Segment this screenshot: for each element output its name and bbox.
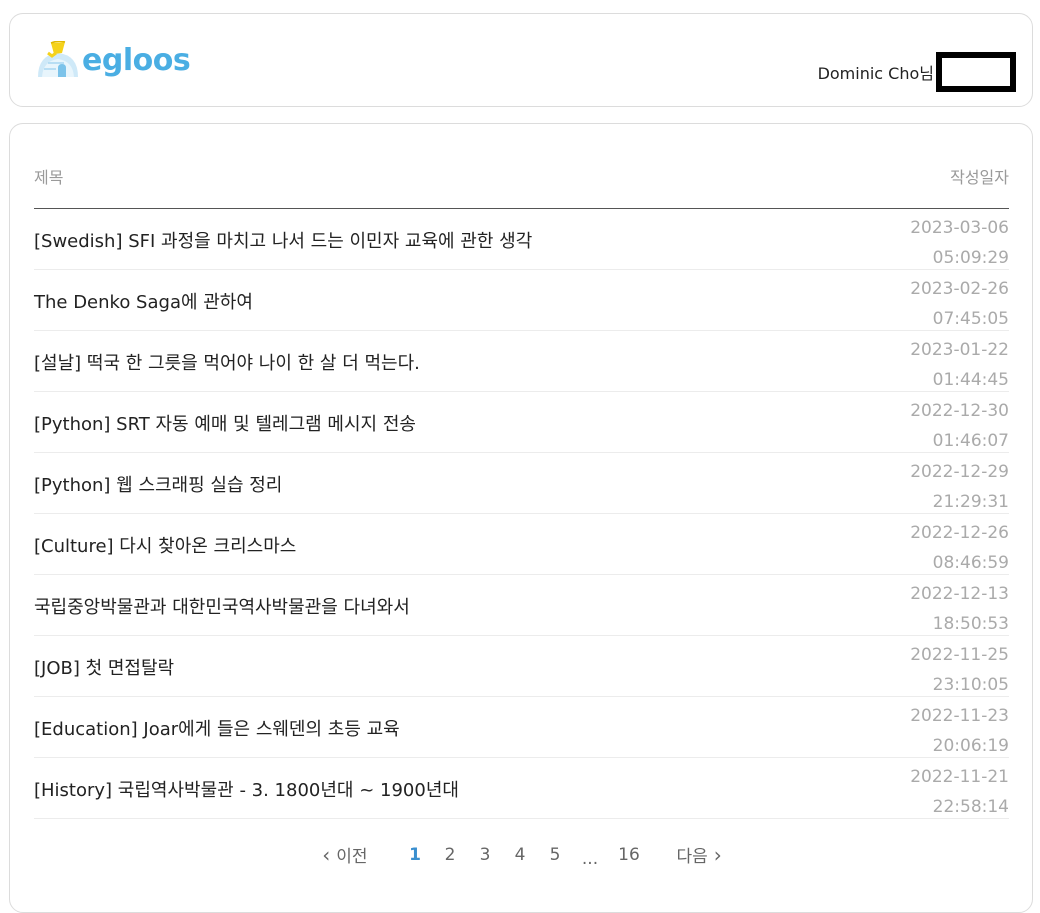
post-datetime: 2022-11-25 23:10:05 xyxy=(910,640,1009,700)
post-date: 2022-11-23 xyxy=(910,706,1009,726)
egloos-logo[interactable]: egloos xyxy=(34,38,191,84)
post-time: 20:06:19 xyxy=(932,736,1009,756)
table-header: 제목 작성일자 xyxy=(34,164,1009,188)
post-time: 22:58:14 xyxy=(932,797,1009,817)
chevron-left-icon: ‹ xyxy=(322,842,331,867)
post-time: 08:46:59 xyxy=(932,553,1009,573)
post-datetime: 2022-11-21 22:58:14 xyxy=(910,762,1009,822)
post-date: 2023-01-22 xyxy=(910,340,1009,360)
post-date: 2022-11-21 xyxy=(910,767,1009,787)
page-link-1[interactable]: 1 xyxy=(398,845,433,865)
post-datetime: 2023-02-26 07:45:05 xyxy=(910,274,1009,334)
list-item: [Education] Joar에게 들은 스웨덴의 초등 교육 2022-11… xyxy=(34,697,1009,758)
page-link-last[interactable]: 16 xyxy=(612,845,647,865)
post-time: 18:50:53 xyxy=(932,614,1009,634)
post-date: 2022-11-25 xyxy=(910,645,1009,665)
post-title-link[interactable]: [Python] 웹 스크래핑 실습 정리 xyxy=(34,471,282,497)
post-title-link[interactable]: [Python] SRT 자동 예매 및 텔레그램 메시지 전송 xyxy=(34,410,416,436)
pagination: ‹ 이전 1 2 3 4 5 ... 16 다음 › xyxy=(10,842,1034,869)
post-date: 2022-12-29 xyxy=(910,462,1009,482)
list-item: [Swedish] SFI 과정을 마치고 나서 드는 이민자 교육에 관한 생… xyxy=(34,209,1009,270)
logo-text: egloos xyxy=(82,42,191,78)
list-item: [Culture] 다시 찾아온 크리스마스 2022-12-26 08:46:5… xyxy=(34,514,1009,575)
post-title-link[interactable]: [Education] Joar에게 들은 스웨덴의 초등 교육 xyxy=(34,715,400,741)
post-time: 21:29:31 xyxy=(932,492,1009,512)
page-link-2[interactable]: 2 xyxy=(433,845,468,865)
post-datetime: 2022-11-23 20:06:19 xyxy=(910,701,1009,761)
post-title-link[interactable]: [Culture] 다시 찾아온 크리스마스 xyxy=(34,532,296,558)
post-time: 23:10:05 xyxy=(932,675,1009,695)
page-link-4[interactable]: 4 xyxy=(503,845,538,865)
post-time: 01:44:45 xyxy=(932,370,1009,390)
post-datetime: 2022-12-29 21:29:31 xyxy=(910,457,1009,517)
list-item: [JOB] 첫 면접탈락 2022-11-25 23:10:05 xyxy=(34,636,1009,697)
next-label: 다음 xyxy=(676,847,708,867)
chevron-right-icon: › xyxy=(713,842,722,867)
list-item: [Python] SRT 자동 예매 및 텔레그램 메시지 전송 2022-12… xyxy=(34,392,1009,453)
column-title-header: 제목 xyxy=(34,168,64,187)
user-menu-box[interactable] xyxy=(936,52,1016,92)
post-time: 07:45:05 xyxy=(932,309,1009,329)
prev-page-button[interactable]: ‹ 이전 xyxy=(316,842,368,868)
post-date: 2022-12-26 xyxy=(910,523,1009,543)
post-title-link[interactable]: [Swedish] SFI 과정을 마치고 나서 드는 이민자 교육에 관한 생… xyxy=(34,227,532,253)
post-title-link[interactable]: [설날] 떡국 한 그릇을 먹어야 나이 한 살 더 먹는다. xyxy=(34,349,420,375)
post-date: 2023-02-26 xyxy=(910,279,1009,299)
pagination-ellipsis: ... xyxy=(581,848,599,869)
user-name[interactable]: Dominic Cho님 xyxy=(818,60,934,84)
prev-label: 이전 xyxy=(336,847,368,867)
header-card: egloos Dominic Cho님 xyxy=(9,13,1033,107)
post-date: 2023-03-06 xyxy=(910,218,1009,238)
list-item: 국립중앙박물관과 대한민국역사박물관을 다녀와서 2022-12-13 18:50… xyxy=(34,575,1009,636)
post-title-link[interactable]: [History] 국립역사박물관 - 3. 1800년대 ~ 1900년대 xyxy=(34,776,459,802)
post-datetime: 2022-12-13 18:50:53 xyxy=(910,579,1009,639)
post-title-link[interactable]: 국립중앙박물관과 대한민국역사박물관을 다녀와서 xyxy=(34,593,410,619)
post-list-card: 제목 작성일자 [Swedish] SFI 과정을 마치고 나서 드는 이민자 … xyxy=(9,123,1033,913)
post-date: 2022-12-13 xyxy=(910,584,1009,604)
post-datetime: 2022-12-26 08:46:59 xyxy=(910,518,1009,578)
post-datetime: 2023-01-22 01:44:45 xyxy=(910,335,1009,395)
post-title-link[interactable]: The Denko Saga에 관하여 xyxy=(34,288,253,314)
page-link-5[interactable]: 5 xyxy=(538,845,573,865)
list-item: [History] 국립역사박물관 - 3. 1800년대 ~ 1900년대 2… xyxy=(34,758,1009,819)
list-item: [설날] 떡국 한 그릇을 먹어야 나이 한 살 더 먹는다. 2023-01-… xyxy=(34,331,1009,392)
list-item: The Denko Saga에 관하여 2023-02-26 07:45:05 xyxy=(34,270,1009,331)
user-area: Dominic Cho님 xyxy=(818,52,1016,92)
post-time: 01:46:07 xyxy=(932,431,1009,451)
post-list: [Swedish] SFI 과정을 마치고 나서 드는 이민자 교육에 관한 생… xyxy=(34,209,1009,819)
post-time: 05:09:29 xyxy=(932,248,1009,268)
column-date-header: 작성일자 xyxy=(950,168,1009,187)
post-datetime: 2023-03-06 05:09:29 xyxy=(910,213,1009,273)
page-link-3[interactable]: 3 xyxy=(468,845,503,865)
igloo-logo-icon xyxy=(38,41,78,77)
next-page-button[interactable]: 다음 › xyxy=(676,842,728,868)
post-datetime: 2022-12-30 01:46:07 xyxy=(910,396,1009,456)
post-date: 2022-12-30 xyxy=(910,401,1009,421)
post-title-link[interactable]: [JOB] 첫 면접탈락 xyxy=(34,654,174,680)
list-item: [Python] 웹 스크래핑 실습 정리 2022-12-29 21:29:31 xyxy=(34,453,1009,514)
